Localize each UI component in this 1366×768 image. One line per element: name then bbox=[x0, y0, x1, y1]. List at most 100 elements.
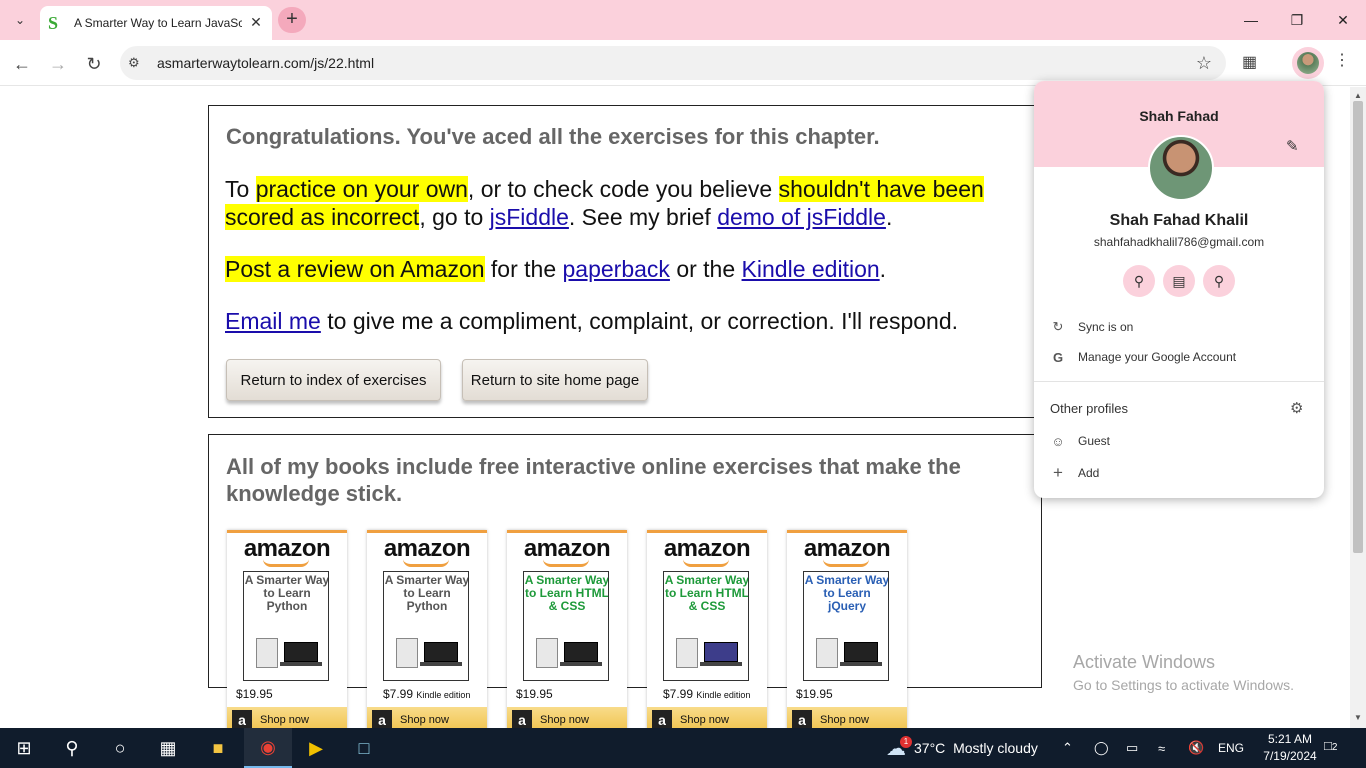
text: To bbox=[225, 176, 256, 202]
edit-pencil-icon[interactable]: ✎ bbox=[1286, 137, 1299, 155]
browser-tab[interactable]: S A Smarter Way to Learn JavaScript ✕ bbox=[40, 6, 272, 40]
wifi-icon[interactable]: ≈ bbox=[1158, 728, 1165, 768]
volume-muted-icon[interactable]: 🔇 bbox=[1188, 728, 1204, 768]
restore-button[interactable]: ❐ bbox=[1274, 0, 1320, 40]
email-paragraph: Email me to give me a compliment, compla… bbox=[225, 307, 1025, 335]
forward-button[interactable]: → bbox=[44, 50, 72, 78]
reload-button[interactable]: ↻ bbox=[80, 50, 108, 78]
return-home-button[interactable]: Return to site home page bbox=[462, 359, 648, 401]
laptop-icon bbox=[844, 642, 878, 662]
tab-search-button[interactable]: ⌄ bbox=[8, 8, 32, 32]
weather-widget[interactable]: ☁ 1 37°C Mostly cloudy bbox=[886, 728, 1038, 768]
manage-profiles-gear-icon[interactable]: ⚙ bbox=[1290, 399, 1303, 417]
profile-menu: Shah Fahad ✎ Shah Fahad Khalil shahfahad… bbox=[1034, 81, 1324, 498]
shop-label: Shop now bbox=[540, 714, 589, 726]
shop-now-button[interactable]: a Shop now bbox=[227, 707, 347, 728]
bookmark-star-icon[interactable]: ☆ bbox=[1196, 53, 1212, 74]
book-cover[interactable]: A Smarter Way to Learn Python bbox=[243, 571, 329, 681]
amazon-a-icon: a bbox=[372, 710, 392, 728]
manage-account-row[interactable]: G Manage your Google Account bbox=[1034, 344, 1324, 370]
laptop-base bbox=[280, 662, 322, 666]
book-card[interactable]: amazon A Smarter Way to Learn HTML & CSS… bbox=[507, 530, 627, 728]
addresses-pin-icon[interactable]: ⚲ bbox=[1203, 265, 1235, 297]
book-card[interactable]: amazon A Smarter Way to Learn HTML & CSS… bbox=[647, 530, 767, 728]
congrats-box: Congratulations. You've aced all the exe… bbox=[208, 105, 1042, 418]
book-card[interactable]: amazon A Smarter Way to Learn jQuery $19… bbox=[787, 530, 907, 728]
activate-windows-title: Activate Windows bbox=[1073, 652, 1216, 672]
tab-close-icon[interactable]: ✕ bbox=[248, 14, 264, 30]
price-value: $19.95 bbox=[516, 687, 553, 701]
site-favicon-icon: S bbox=[48, 13, 59, 33]
paperback-link[interactable]: paperback bbox=[563, 256, 670, 282]
address-bar[interactable]: ⚙ asmarterwaytolearn.com/js/22.html ☆ bbox=[120, 46, 1226, 80]
file-explorer-icon[interactable]: ■ bbox=[194, 728, 242, 768]
notepad-app-icon[interactable]: □ bbox=[340, 728, 388, 768]
shop-now-button[interactable]: a Shop now bbox=[507, 707, 627, 728]
battery-icon[interactable]: ▭ bbox=[1126, 728, 1138, 768]
plus-icon: + bbox=[1053, 463, 1063, 482]
book-cover[interactable]: A Smarter Way to Learn HTML & CSS bbox=[663, 571, 749, 681]
weather-temp: 37°C bbox=[914, 740, 946, 756]
clock[interactable]: 5:21 AM 7/19/2024 bbox=[1255, 731, 1325, 765]
shop-now-button[interactable]: a Shop now bbox=[367, 707, 487, 728]
book-card[interactable]: amazon A Smarter Way to Learn Python $19… bbox=[227, 530, 347, 728]
book-title: A Smarter Way to Learn Python bbox=[384, 573, 469, 613]
scrollbar-thumb[interactable] bbox=[1353, 101, 1363, 553]
tablet-icon bbox=[816, 638, 838, 668]
search-icon[interactable]: ⚲ bbox=[48, 728, 96, 768]
book-cover[interactable]: A Smarter Way to Learn HTML & CSS bbox=[523, 571, 609, 681]
start-windows-icon[interactable]: ⊞ bbox=[0, 728, 48, 768]
site-info-icon[interactable]: ⚙ bbox=[128, 55, 148, 71]
kindle-link[interactable]: Kindle edition bbox=[742, 256, 880, 282]
cortana-circle-icon[interactable]: ○ bbox=[96, 728, 144, 768]
amazon-smile-icon bbox=[403, 559, 449, 567]
text: for the bbox=[484, 256, 563, 282]
jsfiddle-link[interactable]: jsFiddle bbox=[490, 204, 569, 230]
back-button[interactable]: ← bbox=[8, 50, 36, 78]
browser-menu-icon[interactable]: ⋮ bbox=[1334, 50, 1350, 76]
guest-profile-row[interactable]: ☺ Guest bbox=[1034, 428, 1324, 454]
book-card[interactable]: amazon A Smarter Way to Learn Python $7.… bbox=[367, 530, 487, 728]
scroll-down-icon[interactable]: ▼ bbox=[1354, 713, 1362, 722]
shop-now-button[interactable]: a Shop now bbox=[787, 707, 907, 728]
book-price: $19.95 bbox=[236, 687, 273, 701]
jsfiddle-demo-link[interactable]: demo of jsFiddle bbox=[717, 204, 886, 230]
guest-label: Guest bbox=[1078, 434, 1111, 448]
chrome-icon[interactable]: ◉ bbox=[244, 728, 292, 768]
book-price: $19.95 bbox=[796, 687, 833, 701]
notifications-icon[interactable]: □2 bbox=[1324, 738, 1337, 753]
amazon-smile-icon bbox=[823, 559, 869, 567]
laptop-base bbox=[560, 662, 602, 666]
scroll-up-icon[interactable]: ▲ bbox=[1354, 91, 1362, 100]
new-tab-button[interactable]: + bbox=[278, 7, 306, 33]
email-me-link[interactable]: Email me bbox=[225, 308, 321, 334]
amazon-a-icon: a bbox=[232, 710, 252, 728]
language-indicator[interactable]: ENG bbox=[1218, 728, 1244, 768]
shop-now-button[interactable]: a Shop now bbox=[647, 707, 767, 728]
profile-button[interactable] bbox=[1292, 47, 1324, 79]
show-hidden-icons-chevron-icon[interactable]: ⌃ bbox=[1062, 728, 1073, 768]
tablet-icon bbox=[536, 638, 558, 668]
url-text[interactable]: asmarterwaytolearn.com/js/22.html bbox=[157, 55, 374, 71]
meet-now-icon[interactable]: ◯ bbox=[1094, 728, 1109, 768]
page-scrollbar[interactable]: ▲ ▼ bbox=[1350, 87, 1366, 728]
book-title: A Smarter Way to Learn Python bbox=[244, 573, 329, 613]
price-value: $19.95 bbox=[236, 687, 273, 701]
book-cover[interactable]: A Smarter Way to Learn jQuery bbox=[803, 571, 889, 681]
task-view-icon[interactable]: ▦ bbox=[144, 728, 192, 768]
minimize-button[interactable]: — bbox=[1228, 0, 1274, 40]
media-player-icon[interactable]: ▶ bbox=[292, 728, 340, 768]
manage-account-label: Manage your Google Account bbox=[1078, 350, 1237, 364]
close-window-button[interactable]: ✕ bbox=[1320, 0, 1366, 40]
add-profile-row[interactable]: + Add bbox=[1034, 460, 1324, 486]
payment-card-icon[interactable]: ▤ bbox=[1163, 265, 1195, 297]
passwords-key-icon[interactable]: ⚲ bbox=[1123, 265, 1155, 297]
book-cover[interactable]: A Smarter Way to Learn Python bbox=[383, 571, 469, 681]
book-title: A Smarter Way to Learn HTML & CSS bbox=[524, 573, 609, 613]
return-index-button[interactable]: Return to index of exercises bbox=[226, 359, 441, 401]
laptop-base bbox=[420, 662, 462, 666]
text: , go to bbox=[419, 204, 490, 230]
sync-status-row[interactable]: ↻ Sync is on bbox=[1034, 314, 1324, 340]
google-g-icon: G bbox=[1052, 349, 1064, 365]
extensions-icon[interactable]: ▦ bbox=[1242, 52, 1268, 76]
